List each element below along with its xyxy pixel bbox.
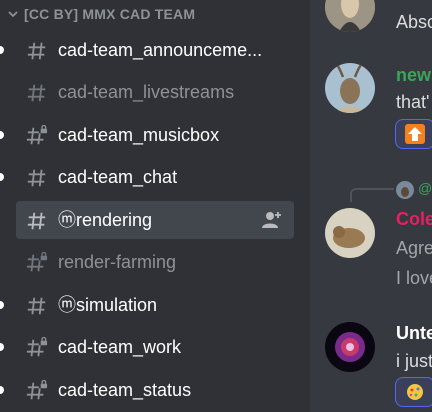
channel-name: render-farming — [58, 252, 177, 272]
unread-indicator — [0, 301, 4, 309]
hash-icon — [27, 84, 46, 102]
avatar-image — [325, 322, 375, 372]
channel-cad-team-livestreams[interactable]: cad-team_livestreams — [16, 73, 294, 111]
avatar-image — [325, 63, 375, 113]
message-username[interactable]: Unte — [396, 322, 432, 344]
channel-name: cad-team_status — [58, 380, 192, 400]
party-emoji-icon — [407, 384, 423, 400]
channel-cad-team-musicbox[interactable]: cad-team_musicbox — [0, 116, 294, 154]
locked-hash-icon — [26, 380, 48, 400]
locked-hash-icon — [26, 252, 48, 272]
message-username[interactable]: news — [396, 64, 432, 86]
channel-name: cad-team_musicbox — [58, 125, 220, 145]
channel-cad-team-chat[interactable]: cad-team_chat — [0, 158, 294, 196]
avatar-image — [325, 208, 375, 258]
reply-avatar[interactable] — [396, 181, 414, 199]
hash-icon — [27, 169, 46, 187]
channel-name: cad-team_announceme... — [58, 40, 263, 60]
channel-name: cad-team_livestreams — [58, 82, 235, 102]
channel-render-farming[interactable]: render-farming — [16, 243, 294, 281]
chevron-down-icon — [8, 11, 18, 18]
message-username[interactable]: Cole — [396, 208, 432, 230]
unread-indicator — [0, 131, 4, 139]
channel-name: cad-team_work — [58, 337, 182, 357]
locked-hash-icon — [26, 337, 48, 357]
message-text: that' — [396, 92, 430, 112]
up-arrow-emoji-icon — [405, 124, 425, 144]
channel-cad-team-status[interactable]: cad-team_status — [0, 371, 294, 409]
unread-indicator — [0, 173, 4, 181]
channel-rendering[interactable]: ⓜrendering — [16, 201, 294, 239]
add-member-icon[interactable] — [262, 211, 282, 229]
avatar-image — [325, 0, 375, 32]
category-header[interactable]: [CC BY] MMX CAD TEAM — [8, 5, 195, 23]
avatar[interactable] — [325, 322, 375, 372]
avatar[interactable] — [325, 208, 375, 258]
channel-cad-team-work[interactable]: cad-team_work — [0, 328, 294, 366]
message-text: Agre — [396, 238, 432, 258]
unread-indicator — [0, 386, 4, 394]
hash-icon — [27, 297, 46, 315]
avatar[interactable] — [325, 63, 375, 113]
category-label: [CC BY] MMX CAD TEAM — [24, 6, 196, 22]
avatar[interactable] — [325, 0, 375, 32]
reply-avatar-image — [396, 181, 414, 199]
reaction-button[interactable] — [395, 377, 432, 407]
reaction-button[interactable] — [395, 119, 432, 149]
hash-icon — [27, 212, 46, 230]
hash-icon — [27, 42, 46, 60]
channel-sidebar: [CC BY] MMX CAD TEAM cad-team_announceme… — [0, 0, 310, 412]
message-text: I love — [396, 268, 432, 288]
channel-simulation[interactable]: ⓜsimulation — [0, 286, 294, 324]
channel-name: ⓜsimulation — [58, 295, 158, 315]
reply-mention[interactable]: @ — [418, 180, 432, 196]
unread-indicator — [0, 46, 4, 54]
channel-name: cad-team_chat — [58, 167, 178, 187]
locked-hash-icon — [26, 125, 48, 145]
message-text: i just — [396, 351, 432, 371]
unread-indicator — [0, 343, 4, 351]
message-text: Abso — [396, 12, 432, 32]
channel-name: ⓜrendering — [58, 210, 153, 230]
reply-connector — [350, 188, 394, 202]
chat-panel: Abso news that' @ Cole Agre I love — [310, 0, 432, 412]
channel-cad-team-announcements[interactable]: cad-team_announceme... — [0, 31, 294, 69]
